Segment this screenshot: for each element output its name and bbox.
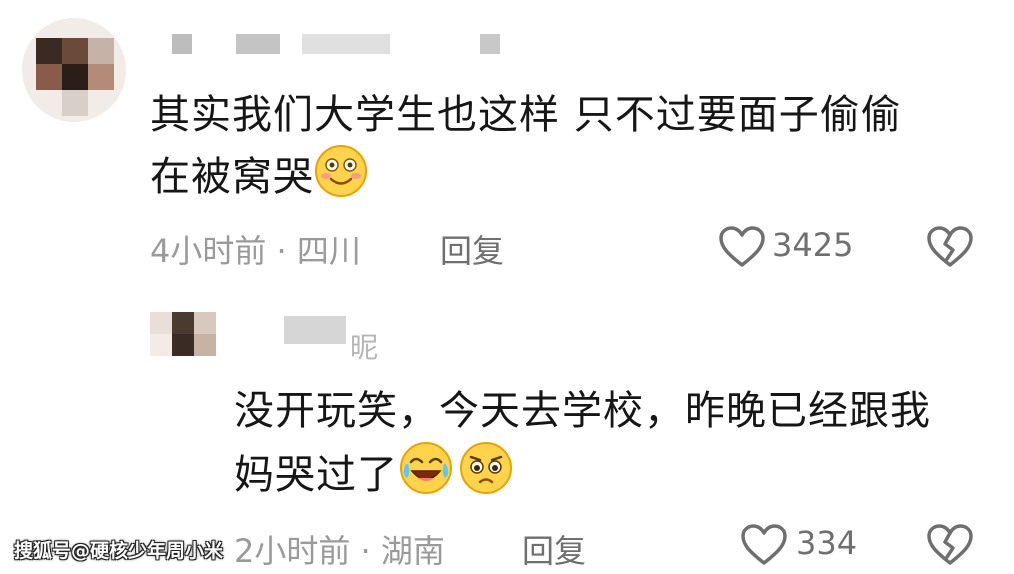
like-count: 334 <box>796 524 858 562</box>
broken-heart-icon[interactable] <box>926 524 974 570</box>
heart-outline-icon[interactable] <box>740 524 788 570</box>
pleading-face-emoji-icon <box>458 440 514 512</box>
comment-text-line-1: 没开玩笑，今天去学校，昨晚已经跟我 <box>234 388 931 434</box>
blushing-smile-emoji-icon <box>314 144 368 214</box>
crying-laughing-emoji-icon <box>398 440 454 512</box>
comment-time-location: 4小时前 · 四川 <box>150 232 361 270</box>
watermark: 搜狐号@硬核少年周小米 <box>14 540 224 562</box>
comment-text-line-2-text: 在被窝哭 <box>150 154 314 200</box>
comment-text-line-2: 在被窝哭 <box>150 144 902 214</box>
heart-outline-icon[interactable] <box>718 226 766 272</box>
reply-button[interactable]: 回复 <box>522 526 586 572</box>
like-count: 3425 <box>772 226 854 264</box>
comment-text-line-2: 妈哭过了 <box>234 440 931 512</box>
reply-button[interactable]: 回复 <box>440 226 504 272</box>
comment-text-line-2-text: 妈哭过了 <box>234 452 398 498</box>
comment-text: 其实我们大学生也这样 只不过要面子偷偷 在被窝哭 <box>150 86 902 214</box>
comment-text: 没开玩笑，今天去学校，昨晚已经跟我 妈哭过了 <box>234 382 931 512</box>
username-partial: 昵 <box>350 331 379 364</box>
avatar[interactable] <box>150 312 222 372</box>
comment-time-location: 2小时前 · 湖南 <box>234 532 445 570</box>
avatar[interactable] <box>22 18 126 122</box>
comment-text-line-1: 其实我们大学生也这样 只不过要面子偷偷 <box>150 92 902 138</box>
broken-heart-icon[interactable] <box>926 226 974 272</box>
